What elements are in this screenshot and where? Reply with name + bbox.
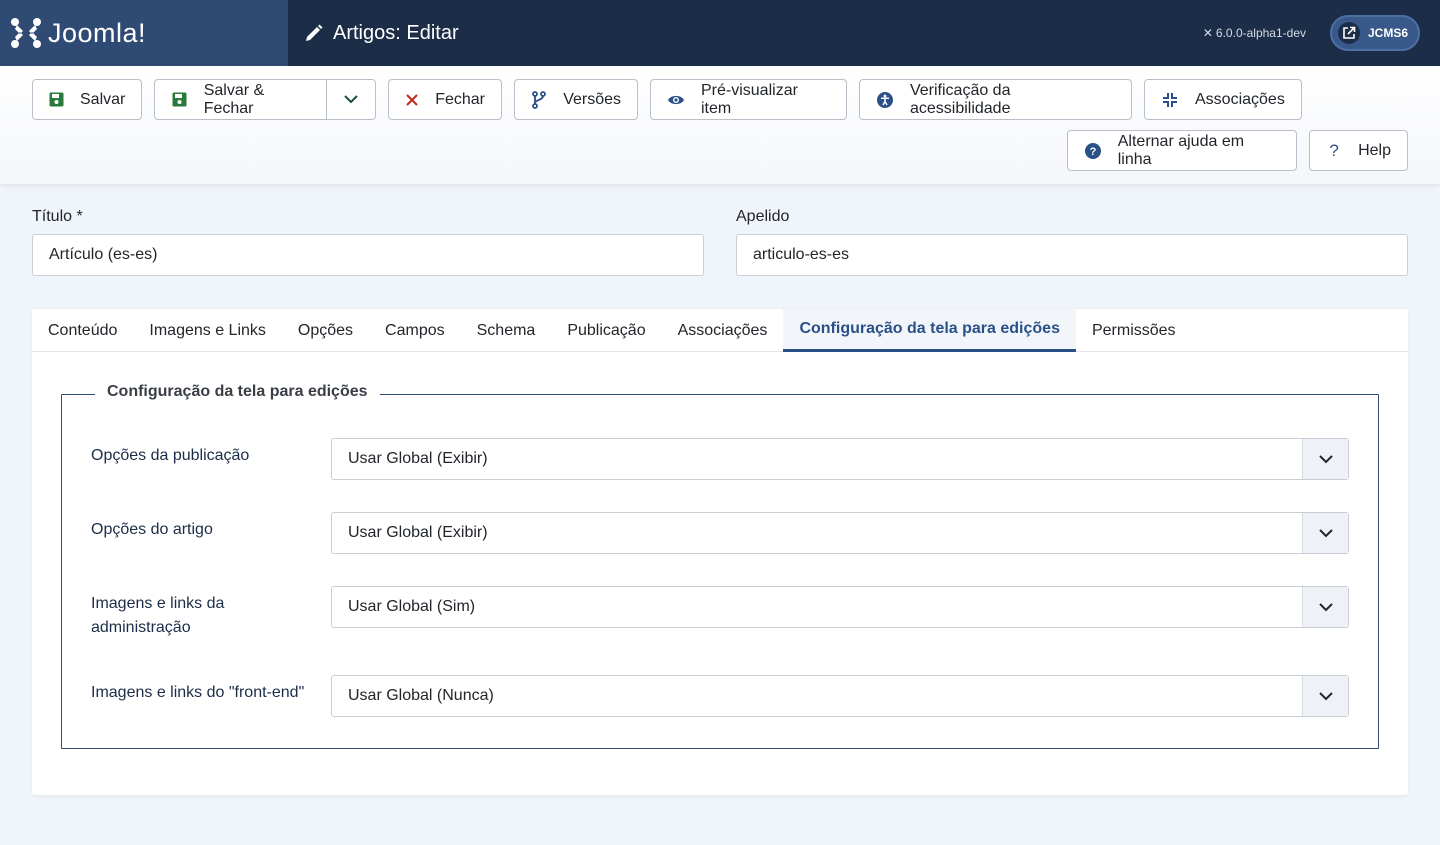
pencil-icon [306,24,323,41]
associations-button[interactable]: Associações [1144,79,1302,120]
select-value: Usar Global (Nunca) [348,687,494,704]
version-info: ✕ 6.0.0-alpha1-dev [1203,26,1306,40]
close-label: Fechar [435,90,485,108]
tab-schema[interactable]: Schema [461,309,552,352]
admin-images-links-select[interactable]: Usar Global (Sim) [331,586,1349,628]
joomla-logo[interactable]: Joomla! [0,0,288,66]
universal-access-icon [876,91,894,109]
versions-button[interactable]: Versões [514,79,638,120]
publishing-options-label: Opções da publicação [91,447,250,464]
chevron-down-icon [1302,439,1348,479]
save-button[interactable]: Salvar [32,79,142,120]
save-close-button[interactable]: Salvar & Fechar [154,79,327,120]
help-button[interactable]: ? Help [1309,130,1408,171]
chevron-down-icon [1302,513,1348,553]
chevron-down-icon [1302,676,1348,716]
admin-images-links-label: Imagens e links da administração [91,595,225,636]
title-label: Título * [32,208,83,225]
x-icon [405,91,419,109]
close-button[interactable]: Fechar [388,79,502,120]
logo-text: Joomla! [48,17,147,48]
editing-layout-fieldset: Configuração da tela para edições Opções… [61,383,1379,749]
associations-label: Associações [1195,90,1285,108]
site-button-label: JCMS6 [1368,26,1409,40]
chevron-down-icon [344,95,358,104]
joomla-logo-icon [11,18,41,48]
preview-button[interactable]: Pré-visualizar item [650,79,847,120]
select-value: Usar Global (Exibir) [348,524,488,541]
help-label: Help [1358,141,1391,159]
title-input[interactable]: Artículo (es-es) [32,234,704,276]
article-options-select[interactable]: Usar Global (Exibir) [331,512,1349,554]
floppy-disk-icon [49,91,64,109]
save-options-dropdown[interactable] [326,79,376,120]
floppy-disk-icon [171,91,188,109]
tab-imagens-links[interactable]: Imagens e Links [133,309,282,352]
select-value: Usar Global (Sim) [348,598,476,615]
tab-permissoes[interactable]: Permissões [1076,309,1192,352]
preview-label: Pré-visualizar item [701,81,798,117]
select-value: Usar Global (Exibir) [348,450,488,467]
accessibility-check-button[interactable]: Verificação da acessibilidade [859,79,1132,120]
external-link-icon [1338,22,1360,44]
tab-associacoes[interactable]: Associações [662,309,784,352]
eye-icon [667,91,685,109]
toggle-inline-help-button[interactable]: ? Alternar ajuda em linha [1067,130,1297,171]
editor-tabs-card: Conteúdo Imagens e Links Opções Campos S… [32,309,1408,795]
question-icon: ? [1329,140,1339,160]
save-close-label: Salvar & Fechar [203,81,265,117]
page-title: Artigos: Editar [304,22,459,45]
page-title-text: Artigos: Editar [333,21,459,44]
tab-conteudo[interactable]: Conteúdo [32,309,133,352]
tab-opcoes[interactable]: Opções [282,309,369,352]
question-circle-icon: ? [1084,142,1102,160]
article-options-label: Opções do artigo [91,521,213,538]
chevron-down-icon [1302,587,1348,627]
svg-text:?: ? [1090,146,1097,158]
publishing-options-select[interactable]: Usar Global (Exibir) [331,438,1349,480]
tab-campos[interactable]: Campos [369,309,461,352]
frontend-images-links-select[interactable]: Usar Global (Nunca) [331,675,1349,717]
accessibility-label: Verificação da acessibilidade [909,81,1011,117]
alias-input[interactable]: articulo-es-es [736,234,1408,276]
site-link-button[interactable]: JCMS6 [1330,15,1420,51]
versions-label: Versões [563,90,621,108]
tab-publicacao[interactable]: Publicação [551,309,661,352]
tab-bar: Conteúdo Imagens e Links Opções Campos S… [32,309,1408,352]
tab-configuracao-tela[interactable]: Configuração da tela para edições [783,309,1076,352]
code-branch-icon [531,90,547,109]
alias-label: Apelido [736,208,790,225]
compress-icon [1161,91,1179,109]
save-label: Salvar [80,90,126,108]
fieldset-legend: Configuração da tela para edições [95,383,380,401]
top-header: Joomla! Artigos: Editar ✕ 6.0.0-alpha1-d… [0,0,1440,66]
version-text: 6.0.0-alpha1-dev [1215,26,1306,40]
toggle-help-label: Alternar ajuda em linha [1117,132,1245,168]
joomla-small-icon: ✕ [1202,26,1213,40]
frontend-images-links-label: Imagens e links do "front-end" [91,684,305,701]
